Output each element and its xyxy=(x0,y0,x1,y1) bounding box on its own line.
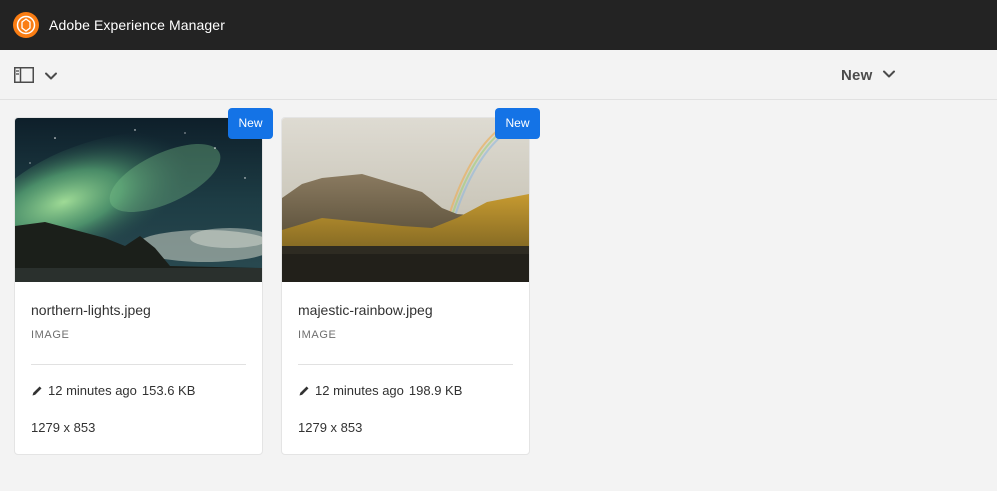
asset-size: 153.6 KB xyxy=(141,383,196,398)
asset-modified: 12 minutes ago xyxy=(48,383,137,398)
pencil-icon xyxy=(31,385,43,397)
asset-name: majestic-rainbow.jpeg xyxy=(298,302,433,318)
new-button[interactable]: New xyxy=(830,61,904,89)
asset-size: 198.9 KB xyxy=(408,383,463,398)
asset-card-grid: New northern-lights.jpeg IMAGE 12 minute… xyxy=(0,100,997,491)
side-rail-toggle-icon[interactable] xyxy=(14,67,34,83)
asset-meta: 12 minutes ago 198.9 KB xyxy=(298,383,462,398)
new-badge: New xyxy=(495,108,540,139)
new-chevron-down-icon xyxy=(882,67,896,84)
app-title[interactable]: Adobe Experience Manager xyxy=(49,0,225,50)
pencil-icon xyxy=(298,385,310,397)
asset-card[interactable]: New majestic-rainbow.jpeg IMAGE 12 minut… xyxy=(281,108,540,455)
card-divider xyxy=(31,364,246,365)
asset-card[interactable]: New northern-lights.jpeg IMAGE 12 minute… xyxy=(14,108,273,455)
new-button-label: New xyxy=(841,66,873,84)
asset-meta: 12 minutes ago 153.6 KB xyxy=(31,383,195,398)
new-badge: New xyxy=(228,108,273,139)
asset-type: IMAGE xyxy=(298,329,337,341)
rainbow-thumbnail xyxy=(282,118,529,282)
card-divider xyxy=(298,364,513,365)
global-header: Adobe Experience Manager xyxy=(0,0,997,50)
asset-modified: 12 minutes ago xyxy=(315,383,404,398)
asset-dimensions: 1279 x 853 xyxy=(31,420,96,435)
asset-name: northern-lights.jpeg xyxy=(31,302,151,318)
aem-logo-icon[interactable] xyxy=(13,12,39,38)
aurora-thumbnail xyxy=(15,118,262,282)
action-bar: New xyxy=(0,50,997,100)
asset-type: IMAGE xyxy=(31,329,70,341)
asset-dimensions: 1279 x 853 xyxy=(298,420,363,435)
rail-chevron-down-icon[interactable] xyxy=(44,69,58,81)
